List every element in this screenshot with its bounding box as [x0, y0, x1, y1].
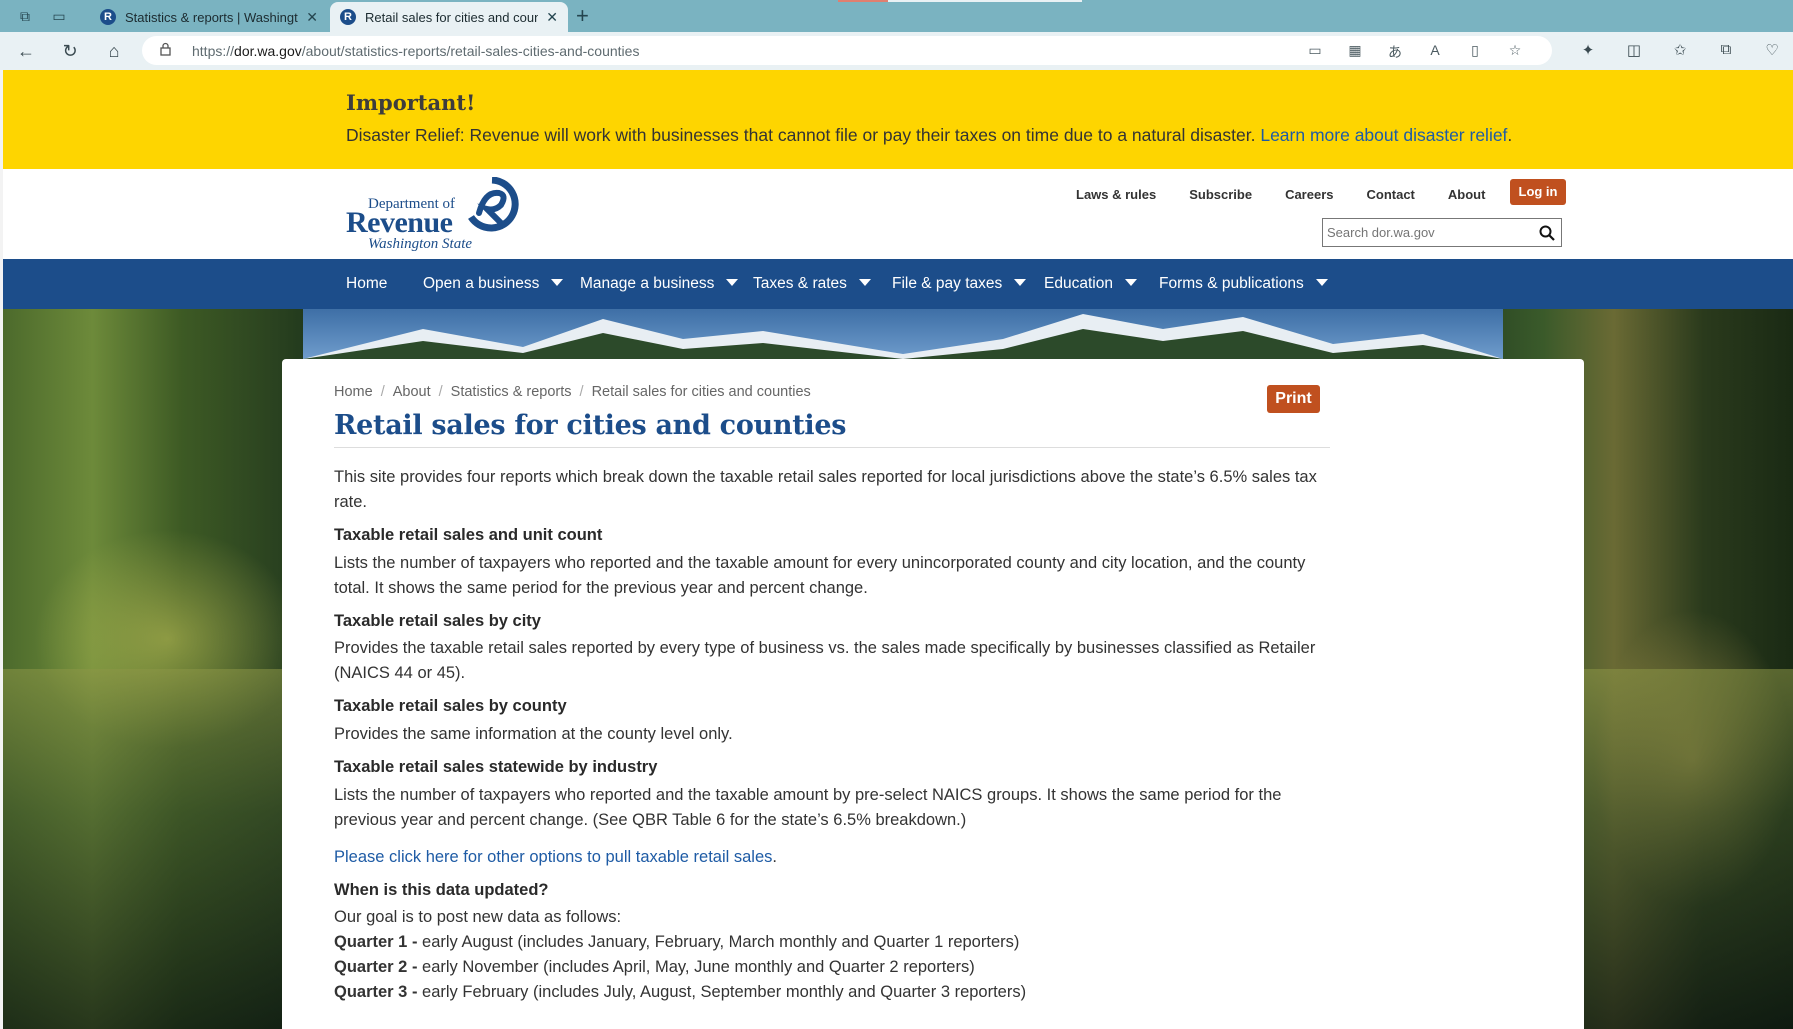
section-heading: Taxable retail sales by city [334, 612, 541, 630]
favorite-star-icon[interactable]: ☆ [1504, 42, 1526, 62]
nav-manage-business[interactable]: Manage a business [580, 259, 739, 309]
site-search [1322, 218, 1562, 247]
section-text: Lists the number of taxpayers who report… [334, 554, 1306, 597]
section-text: Provides the taxable retail sales report… [334, 639, 1316, 682]
caret-down-icon [1315, 279, 1328, 286]
quarter-line: Quarter 2 - early November (includes Apr… [334, 958, 975, 976]
dor-logo-mark-icon [468, 177, 519, 232]
close-tab-icon[interactable]: ✕ [546, 9, 558, 26]
search-icon[interactable] [1538, 224, 1556, 242]
subscribe-link[interactable]: Subscribe [1189, 183, 1252, 207]
nav-home[interactable]: Home [346, 259, 387, 309]
section-text: Provides the same information at the cou… [334, 725, 733, 743]
section-heading: Taxable retail sales statewide by indust… [334, 758, 658, 776]
quarter-line: Quarter 1 - early August (includes Janua… [334, 933, 1020, 951]
updated-intro: Our goal is to post new data as follows: [334, 908, 622, 926]
workspaces-icon[interactable]: ⧉ [14, 6, 36, 26]
browser-tab-bar: ⧉ ▭ R Statistics & reports | Washington … [0, 0, 1793, 32]
quarter-line: Quarter 3 - early February (includes Jul… [334, 983, 1027, 1001]
site-header: Department of Revenue Washington State L… [3, 169, 1793, 259]
nav-education[interactable]: Education [1044, 259, 1137, 309]
home-icon[interactable]: ⌂ [102, 40, 126, 62]
section-text: Lists the number of taxpayers who report… [334, 786, 1282, 829]
laws-rules-link[interactable]: Laws & rules [1076, 183, 1156, 207]
alert-title: Important! [346, 90, 476, 115]
tab-retail-sales[interactable]: R Retail sales for cities and countie ✕ [330, 2, 568, 32]
tab-actions-icon[interactable]: ▭ [48, 6, 70, 26]
careers-link[interactable]: Careers [1285, 183, 1333, 207]
breadcrumb-home[interactable]: Home [334, 384, 373, 400]
qr-code-icon[interactable]: ▦ [1344, 42, 1366, 62]
url-text: https://dor.wa.gov/about/statistics-repo… [192, 43, 640, 59]
search-input[interactable] [1323, 219, 1523, 246]
app-available-icon[interactable]: ▭ [1304, 42, 1326, 62]
other-options-link[interactable]: Please click here for other options to p… [334, 848, 772, 866]
address-bar-row: ← ↻ ⌂ https://dor.wa.gov/about/statistic… [0, 32, 1793, 70]
title-divider [334, 447, 1330, 448]
dor-favicon-icon: R [340, 9, 356, 25]
extensions-icon[interactable]: ✦ [1577, 41, 1599, 59]
caret-down-icon [858, 279, 871, 286]
breadcrumb-current: Retail sales for cities and counties [591, 384, 811, 400]
refresh-icon[interactable]: ↻ [58, 40, 82, 62]
section-heading: Taxable retail sales and unit count [334, 526, 603, 544]
caret-down-icon [1014, 279, 1027, 286]
about-link[interactable]: About [1448, 183, 1486, 207]
split-screen-icon[interactable]: ◫ [1623, 41, 1645, 59]
back-icon[interactable]: ← [14, 40, 38, 62]
tab-title: Retail sales for cities and countie [365, 9, 539, 25]
read-aloud-icon[interactable]: A [1424, 42, 1446, 62]
nav-taxes-rates[interactable]: Taxes & rates [753, 259, 871, 309]
breadcrumb-statistics-reports[interactable]: Statistics & reports [451, 384, 572, 400]
dor-favicon-icon: R [100, 9, 116, 25]
collections-icon[interactable]: ⧉ [1715, 41, 1737, 59]
nav-forms-publications[interactable]: Forms & publications [1159, 259, 1328, 309]
immersive-reader-icon[interactable]: ▯ [1464, 42, 1486, 62]
breadcrumb-about[interactable]: About [393, 384, 431, 400]
web-page: Important! Disaster Relief: Revenue will… [3, 70, 1793, 1029]
other-options-paragraph: Please click here for other options to p… [334, 848, 777, 866]
nav-file-pay[interactable]: File & pay taxes [892, 259, 1027, 309]
page-body: This site provides four reports which br… [334, 465, 1334, 1005]
page-title: Retail sales for cities and counties [334, 410, 847, 441]
print-button[interactable]: Print [1267, 385, 1320, 413]
important-alert-banner: Important! Disaster Relief: Revenue will… [3, 70, 1793, 169]
tabstrip-accent [838, 0, 888, 2]
caret-down-icon [1124, 279, 1137, 286]
dor-logo[interactable]: Department of Revenue Washington State [346, 177, 526, 252]
content-card: Home / About / Statistics & reports / Retail s… [282, 359, 1584, 1029]
tab-title: Statistics & reports | Washington [125, 9, 299, 25]
disaster-relief-link[interactable]: Learn more about disaster relief [1260, 125, 1507, 145]
nav-open-business[interactable]: Open a business [423, 259, 564, 309]
address-bar[interactable]: https://dor.wa.gov/about/statistics-repo… [142, 36, 1552, 65]
caret-down-icon [551, 279, 564, 286]
main-navigation: Home Open a business Manage a business T… [3, 259, 1793, 309]
updated-heading: When is this data updated? [334, 881, 549, 899]
section-heading: Taxable retail sales by county [334, 697, 567, 715]
alert-text: Disaster Relief: Revenue will work with … [346, 125, 1513, 145]
lock-icon [160, 42, 171, 56]
utility-nav: Laws & rules Subscribe Careers Contact A… [1076, 183, 1518, 207]
login-button[interactable]: Log in [1510, 179, 1566, 205]
intro-text: This site provides four reports which br… [334, 468, 1317, 511]
tab-statistics-reports[interactable]: R Statistics & reports | Washington ✕ [90, 2, 328, 32]
contact-link[interactable]: Contact [1367, 183, 1415, 207]
favorites-icon[interactable]: ✩ [1669, 41, 1691, 59]
browser-essentials-icon[interactable]: ♡ [1761, 41, 1783, 59]
translate-icon[interactable]: あ [1384, 42, 1406, 62]
close-tab-icon[interactable]: ✕ [306, 9, 318, 26]
new-tab-icon[interactable]: + [576, 3, 589, 29]
breadcrumb: Home / About / Statistics & reports / Retail s… [334, 384, 811, 400]
caret-down-icon [726, 279, 739, 286]
